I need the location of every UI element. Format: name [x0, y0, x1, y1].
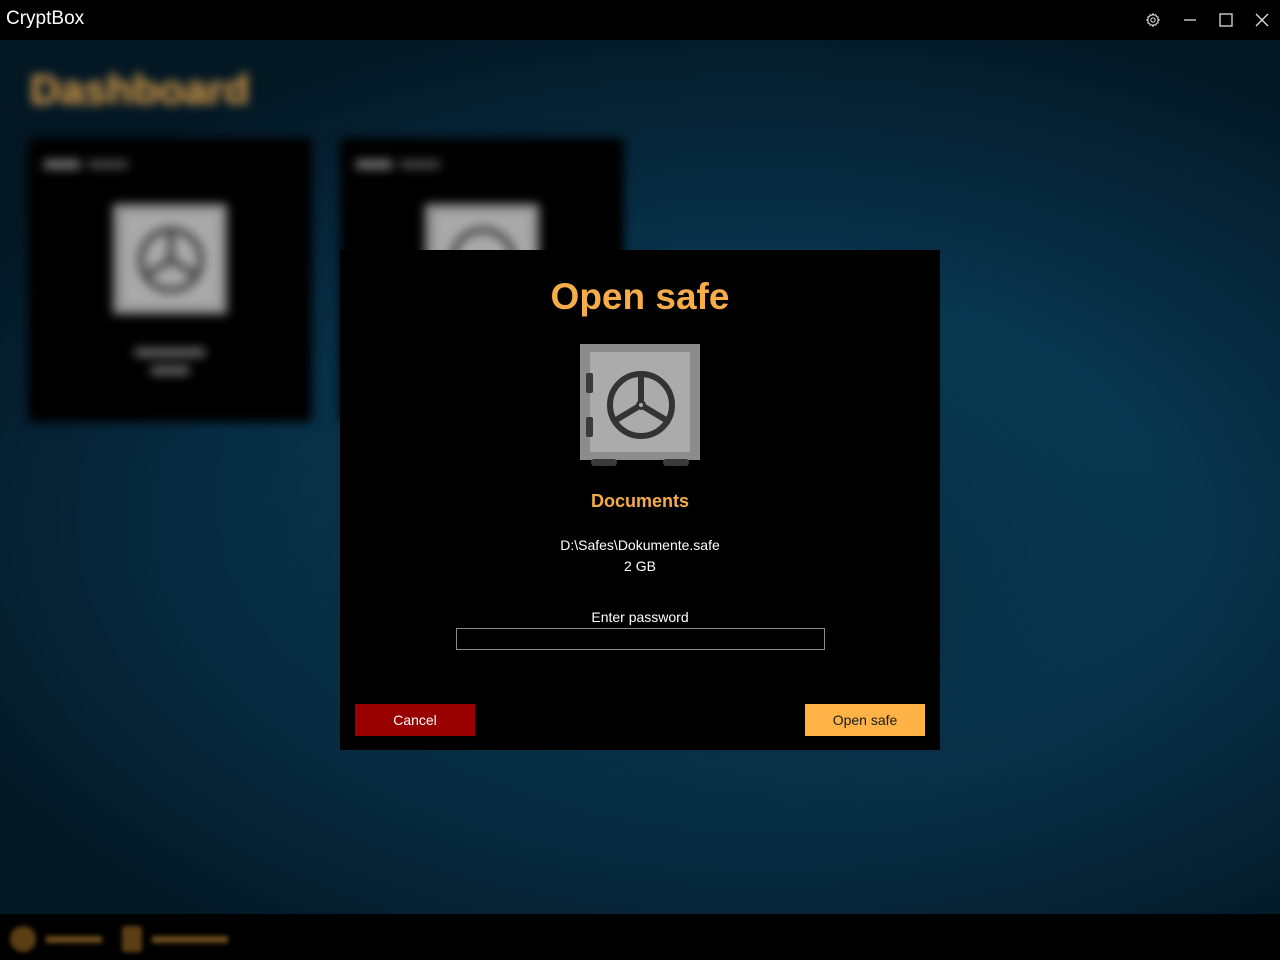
add-safe-action[interactable]	[10, 926, 102, 952]
minimize-icon	[1184, 19, 1196, 21]
vault-icon	[580, 344, 700, 466]
maximize-button[interactable]	[1208, 0, 1244, 40]
password-input[interactable]	[456, 628, 825, 650]
safe-size: 2 GB	[624, 558, 656, 574]
gear-icon	[1145, 12, 1161, 28]
dashboard-title: Dashboard	[30, 66, 250, 113]
blurred-text-shape	[44, 160, 128, 169]
bottom-bar	[0, 914, 1280, 960]
open-safe-button[interactable]: Open safe	[805, 704, 925, 736]
title-bar: CryptBox	[0, 0, 1280, 40]
cancel-button[interactable]: Cancel	[355, 704, 475, 736]
safe-path: D:\Safes\Dokumente.safe	[560, 537, 720, 553]
import-safe-action[interactable]	[122, 926, 228, 952]
close-button[interactable]	[1244, 0, 1280, 40]
app-title: CryptBox	[6, 8, 85, 29]
close-icon	[1255, 13, 1269, 27]
dialog-title: Open safe	[550, 276, 730, 317]
maximize-icon	[1219, 13, 1233, 27]
blurred-text-shape	[46, 936, 102, 943]
blurred-text-shape	[135, 348, 205, 375]
settings-button[interactable]	[1135, 0, 1171, 40]
safe-name: Documents	[590, 491, 689, 511]
password-label: Enter password	[591, 609, 689, 625]
import-icon	[122, 926, 142, 952]
card-label-placeholder	[28, 344, 312, 386]
card-header-placeholder	[44, 158, 134, 173]
minimize-button[interactable]	[1172, 0, 1208, 40]
card-header-placeholder	[356, 158, 446, 173]
blurred-text-shape	[356, 160, 440, 169]
add-icon	[10, 926, 36, 952]
safe-card	[28, 138, 312, 422]
open-safe-dialog: Open safe Documents D:\Safes\Dokumente.s…	[340, 250, 940, 750]
blurred-text-shape	[152, 936, 228, 943]
vault-icon	[112, 203, 228, 315]
